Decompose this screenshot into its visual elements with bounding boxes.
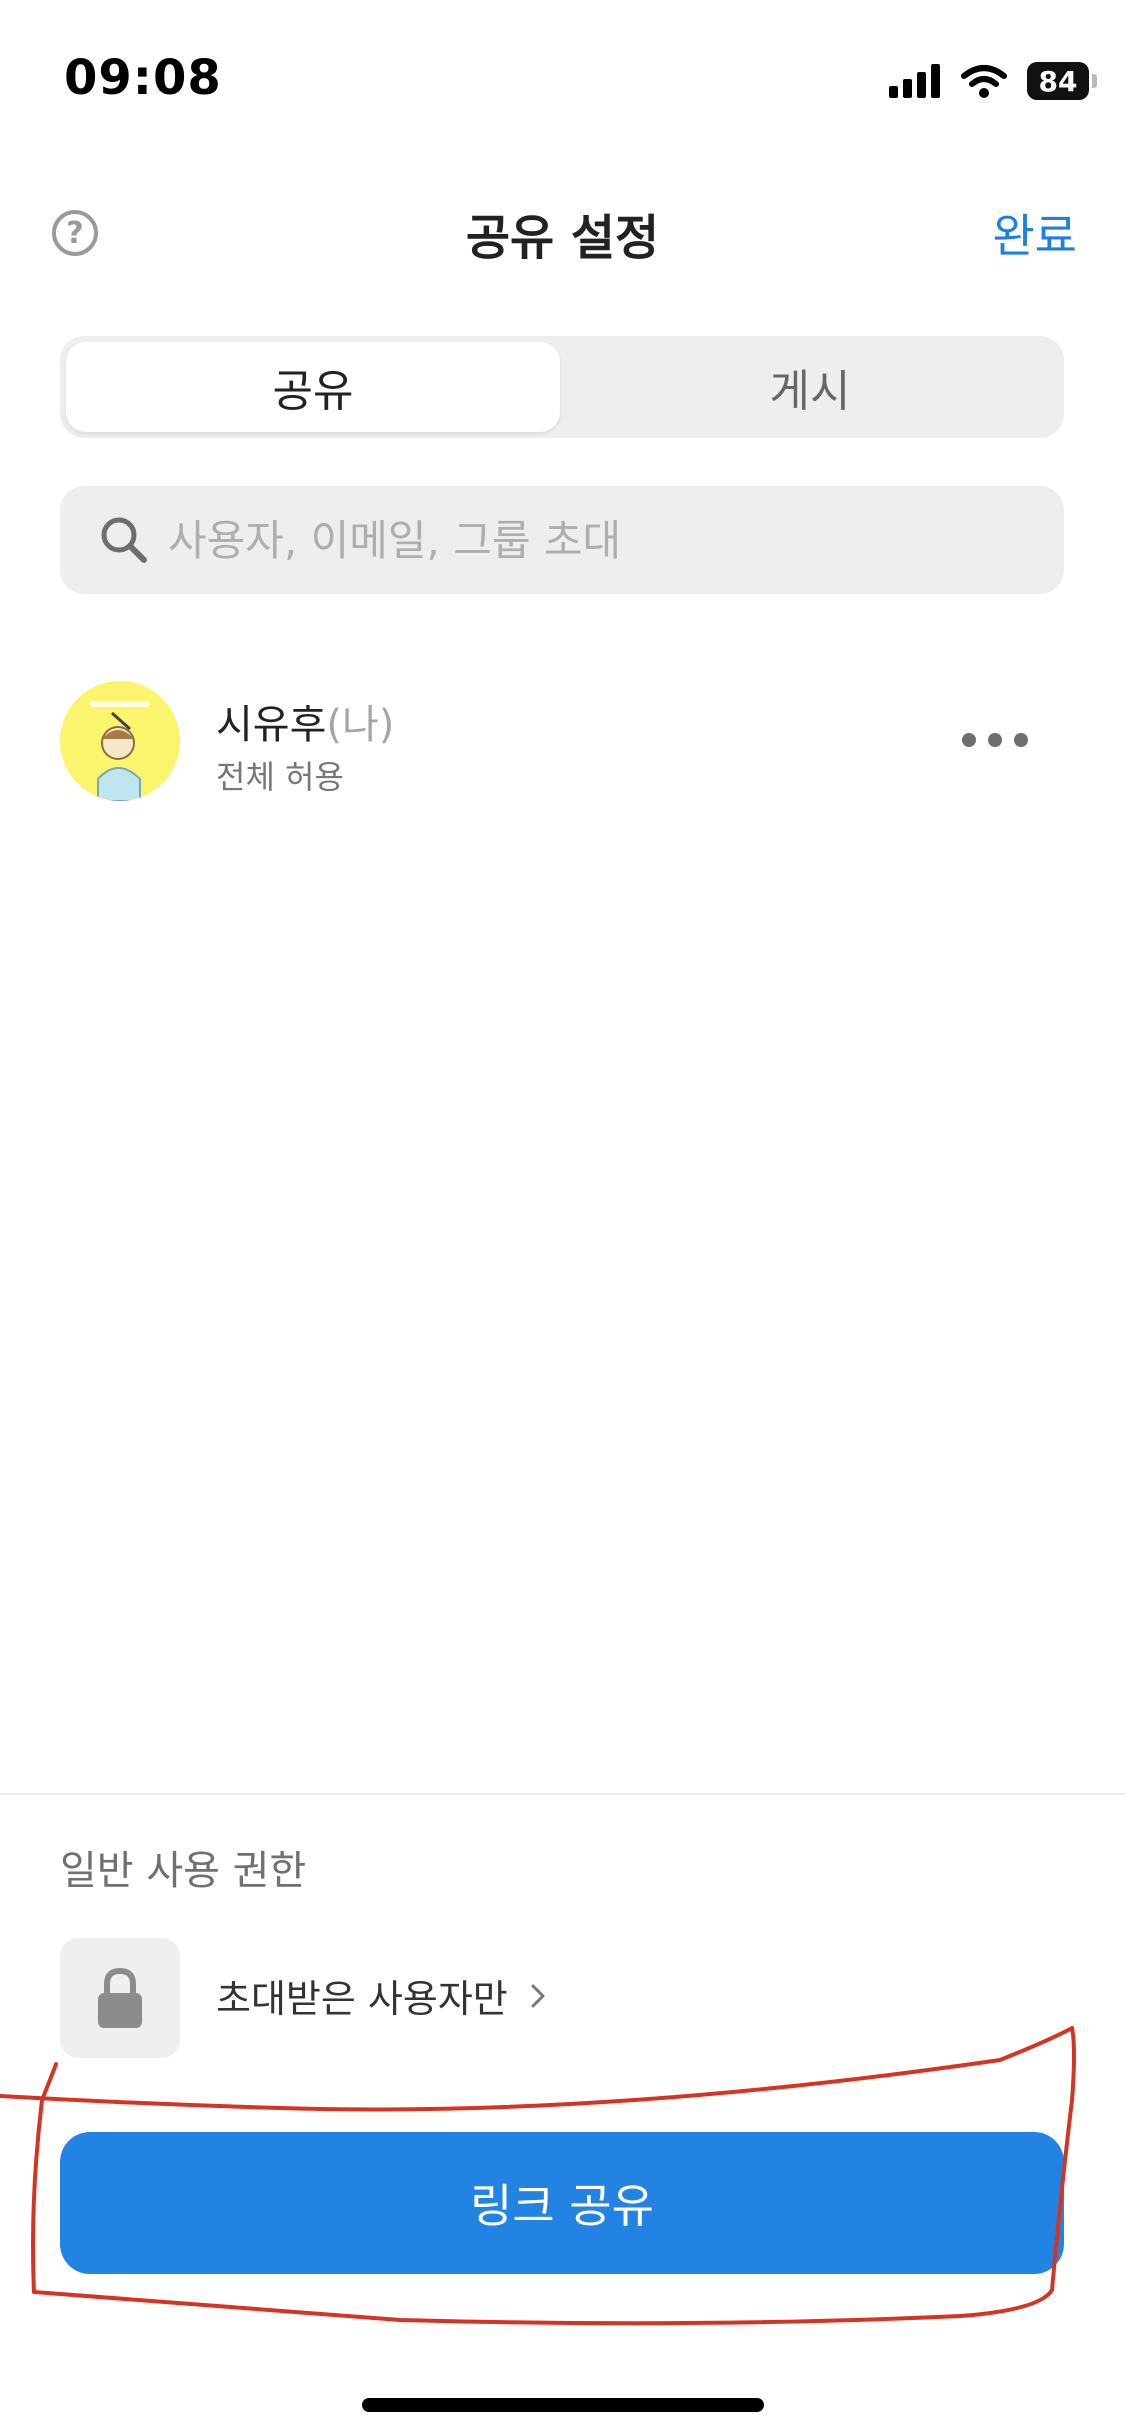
member-permission: 전체 허용 [216, 758, 344, 796]
signal-icon [889, 64, 940, 98]
chevron-right-icon [531, 1984, 545, 2007]
search-icon [101, 517, 147, 563]
page-title: 공유 설정 [465, 210, 660, 266]
done-button[interactable]: 완료 [992, 200, 1077, 266]
search-input[interactable] [166, 514, 1030, 566]
tab-share[interactable]: 공유 [66, 342, 560, 432]
battery-icon: 84 [1027, 62, 1097, 100]
general-access-title: 일반 사용 권한 [60, 1848, 307, 1894]
battery-level: 84 [1038, 64, 1078, 98]
status-time: 09:08 [64, 50, 222, 106]
divider [0, 1793, 1125, 1795]
member-me-suffix: (나) [326, 702, 395, 748]
lock-icon [60, 1938, 180, 2058]
share-publish-tabs: 공유 게시 [60, 336, 1064, 438]
more-icon[interactable] [962, 720, 1028, 760]
member-name: 시유후(나) [216, 692, 394, 750]
tab-share-label: 공유 [272, 366, 354, 417]
wifi-icon [961, 65, 1007, 98]
avatar [60, 681, 180, 801]
tab-publish-label: 게시 [769, 366, 851, 417]
invite-search-bar[interactable] [60, 486, 1064, 594]
member-name-text: 시유후 [216, 702, 327, 748]
general-access-value: 초대받은 사용자만 [216, 1977, 508, 2021]
tab-publish[interactable]: 게시 [562, 342, 1058, 432]
general-access-selector[interactable]: 초대받은 사용자만 [216, 1968, 546, 2023]
share-link-button[interactable]: 링크 공유 [60, 2132, 1064, 2274]
status-icons: 84 [889, 58, 1097, 104]
home-indicator [362, 2398, 764, 2412]
